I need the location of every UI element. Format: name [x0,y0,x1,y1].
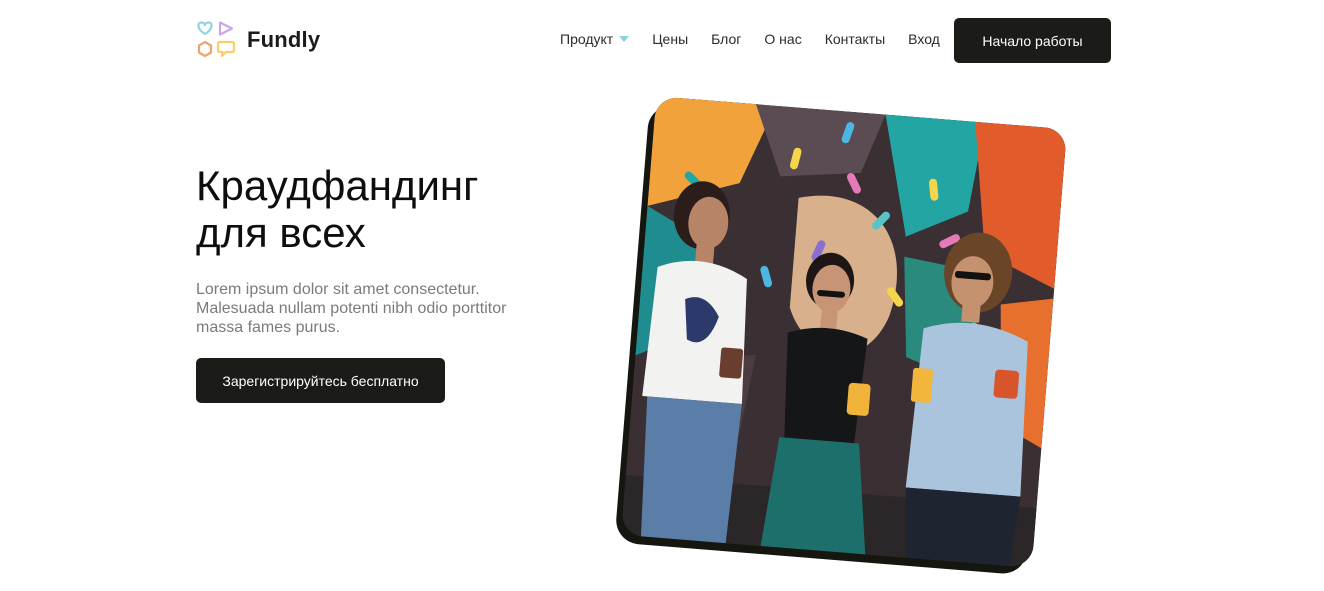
brand-name: Fundly [247,27,321,52]
nav-item-about-label: О нас [764,31,802,47]
main-nav: Продукт Цены Блог О нас Контакты Вход [560,31,940,47]
chevron-down-icon [619,36,630,42]
hero-title: Краудфандинг для всех [196,162,556,256]
hero-photo-frame [614,96,1067,576]
hero-title-line-2: для всех [196,209,366,256]
brand-logo[interactable]: Fundly [195,20,320,60]
nav-item-contacts[interactable]: Контакты [825,31,885,47]
hero-title-line-1: Краудфандинг [196,162,479,209]
site-header: Fundly Продукт Цены Блог О нас Контакты … [0,0,1324,80]
nav-item-blog[interactable]: Блог [711,31,741,47]
hero-photo-illustration [621,96,1067,568]
nav-item-contacts-label: Контакты [824,31,886,47]
hero-photo [621,96,1067,568]
nav-item-login[interactable]: Вход [908,31,940,47]
signup-free-button[interactable]: Зарегистрируйтесь бесплатно [196,358,445,403]
hero-subtitle: Lorem ipsum dolor sit amet consectetur. … [196,281,507,336]
fundly-logo-icon [195,20,237,60]
nav-item-product[interactable]: Продукт [560,31,630,47]
nav-item-about[interactable]: О нас [764,31,801,47]
get-started-button[interactable]: Начало работы [954,18,1111,63]
nav-item-blog-label: Блог [711,31,742,47]
nav-item-pricing-label: Цены [652,31,689,47]
nav-item-login-label: Вход [908,31,940,47]
nav-item-product-label: Продукт [560,31,614,47]
nav-item-pricing[interactable]: Цены [652,31,688,47]
